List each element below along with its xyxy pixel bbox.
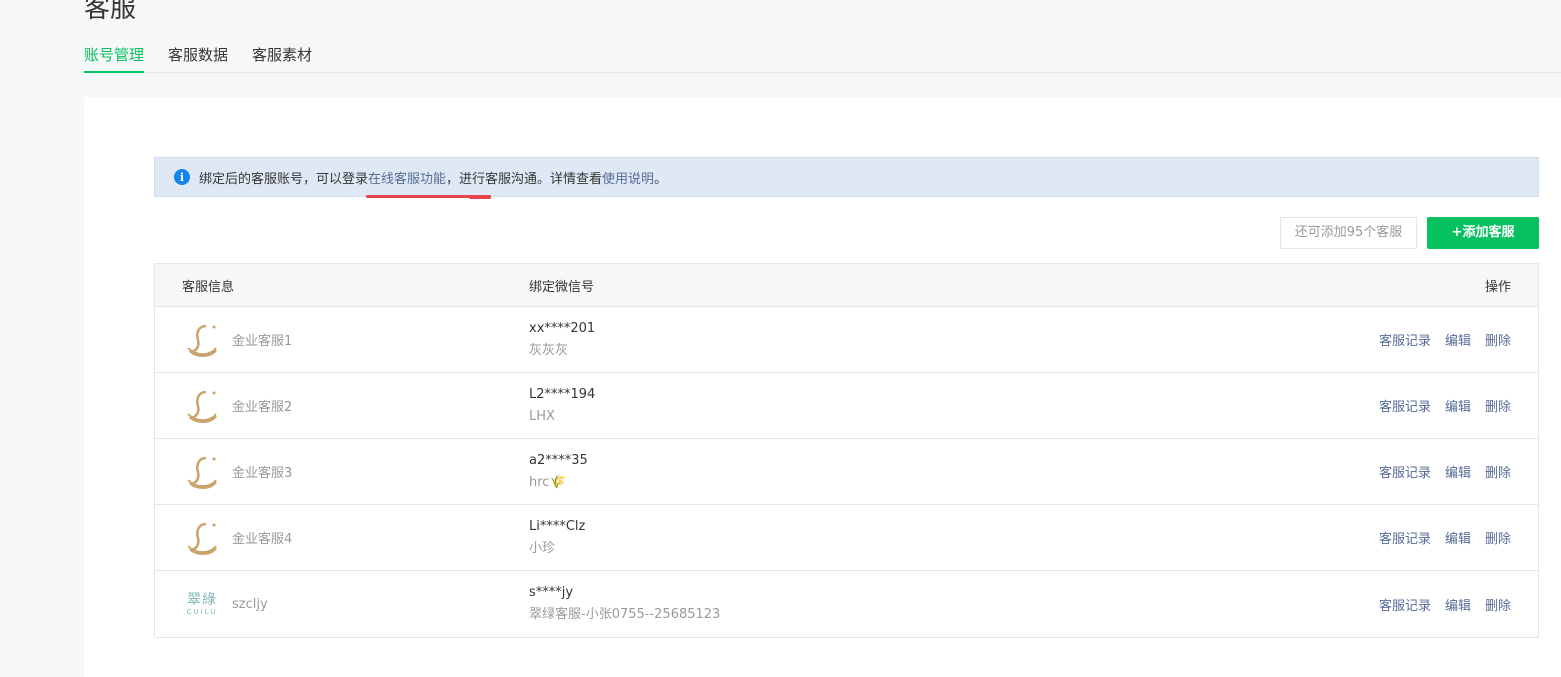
tab-bar: 账号管理 客服数据 客服素材	[84, 40, 1561, 73]
table-row: 金业客服4 Li****Clz 小珍 客服记录 编辑 删除	[155, 505, 1538, 571]
header-info: 客服信息	[182, 279, 235, 295]
service-name: 金业客服2	[232, 400, 293, 415]
l-logo-icon	[180, 450, 224, 494]
tab-account-management[interactable]: 账号管理	[84, 40, 145, 73]
edit-link[interactable]: 编辑	[1445, 330, 1471, 349]
wechat-nickname: 灰灰灰	[529, 342, 569, 358]
service-name: 金业客服4	[232, 532, 293, 547]
wechat-id: s****jy	[529, 585, 574, 600]
delete-link[interactable]: 删除	[1485, 595, 1511, 614]
service-record-link[interactable]: 客服记录	[1379, 462, 1431, 481]
notice-middle: ，进行客服沟通。详情查看	[446, 171, 603, 187]
service-name: 金业客服3	[232, 466, 293, 481]
wechat-id: xx****201	[529, 320, 596, 336]
service-record-link[interactable]: 客服记录	[1379, 595, 1431, 614]
service-record-link[interactable]: 客服记录	[1379, 528, 1431, 547]
notice-prefix: 绑定后的客服账号，可以登录	[199, 171, 369, 187]
table-row: 翠綠 CUILU szcljy s****jy 翠绿客服-小张0755--256…	[155, 571, 1538, 637]
header-actions: 操作	[1484, 279, 1511, 295]
table-header: 客服信息 绑定微信号 操作	[155, 264, 1538, 307]
info-icon: i	[174, 169, 190, 185]
online-service-link[interactable]: 在线客服功能	[368, 168, 446, 187]
delete-link[interactable]: 删除	[1485, 528, 1511, 547]
service-name: szcljy	[232, 596, 268, 612]
table-row: 金业客服3 a2****35 hrc🌾 客服记录 编辑 删除	[155, 439, 1538, 505]
tab-service-materials[interactable]: 客服素材	[252, 40, 312, 73]
page-title: 客服	[84, 0, 137, 24]
table-row: 金业客服2 L2****194 LHX 客服记录 编辑 删除	[155, 373, 1538, 439]
wechat-nickname: hrc🌾	[529, 474, 566, 490]
notice-suffix: 。	[654, 171, 668, 187]
add-service-button[interactable]: +添加客服	[1427, 217, 1539, 249]
delete-link[interactable]: 删除	[1485, 396, 1511, 415]
service-record-link[interactable]: 客服记录	[1379, 330, 1431, 349]
service-record-link[interactable]: 客服记录	[1379, 396, 1431, 415]
edit-link[interactable]: 编辑	[1445, 595, 1471, 614]
cuilu-logo-en: CUILU	[186, 607, 218, 616]
wechat-nickname: 小珍	[529, 540, 556, 556]
edit-link[interactable]: 编辑	[1445, 528, 1471, 547]
edit-link[interactable]: 编辑	[1445, 396, 1471, 415]
l-logo-icon	[180, 384, 224, 428]
wechat-id: Li****Clz	[529, 518, 586, 534]
wechat-nickname: 翠绿客服-小张0755--25685123	[529, 607, 721, 622]
l-logo-icon	[180, 318, 224, 362]
service-name: 金业客服1	[232, 334, 293, 349]
l-logo-icon	[180, 516, 224, 560]
delete-link[interactable]: 删除	[1485, 330, 1511, 349]
wechat-nickname: LHX	[529, 408, 555, 424]
service-table: 客服信息 绑定微信号 操作 金业客服1 xx****201 灰灰灰 客服记录 编…	[154, 263, 1539, 638]
delete-link[interactable]: 删除	[1485, 462, 1511, 481]
cuilu-logo-cn: 翠綠	[187, 591, 217, 608]
main-panel: i 绑定后的客服账号，可以登录 在线客服功能 ，进行客服沟通。详情查看 使用说明…	[84, 97, 1561, 677]
annotation-underline-tail	[469, 196, 491, 199]
wechat-id: L2****194	[529, 386, 596, 402]
header-wechat: 绑定微信号	[529, 279, 595, 295]
tab-service-data[interactable]: 客服数据	[168, 40, 228, 73]
notice-bar: i 绑定后的客服账号，可以登录 在线客服功能 ，进行客服沟通。详情查看 使用说明…	[154, 157, 1539, 197]
wechat-id: a2****35	[529, 452, 588, 468]
usage-guide-link[interactable]: 使用说明	[602, 168, 654, 187]
cuilu-logo-icon: 翠綠 CUILU	[180, 582, 224, 626]
table-row: 金业客服1 xx****201 灰灰灰 客服记录 编辑 删除	[155, 307, 1538, 373]
edit-link[interactable]: 编辑	[1445, 462, 1471, 481]
remaining-count: 还可添加95个客服	[1280, 217, 1417, 249]
